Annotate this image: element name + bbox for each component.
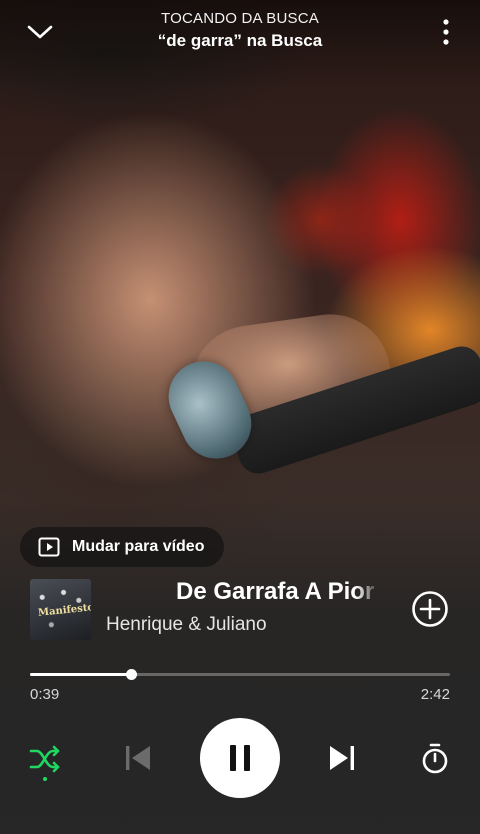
progress-fill bbox=[30, 673, 131, 676]
play-square-icon bbox=[38, 537, 60, 557]
shuffle-active-indicator bbox=[43, 777, 47, 781]
track-artist[interactable]: Henrique & Juliano bbox=[106, 614, 267, 636]
elapsed-time: 0:39 bbox=[30, 686, 60, 703]
shuffle-icon bbox=[29, 745, 60, 773]
previous-button[interactable] bbox=[120, 740, 156, 776]
shuffle-button[interactable] bbox=[28, 742, 62, 776]
more-vertical-icon bbox=[443, 19, 449, 45]
plus-circle-icon bbox=[412, 591, 448, 627]
more-options-button[interactable] bbox=[438, 16, 454, 48]
play-pause-button[interactable] bbox=[200, 718, 280, 798]
switch-to-video-label: Mudar para vídeo bbox=[72, 538, 205, 555]
skip-previous-icon bbox=[126, 746, 150, 770]
skip-next-icon bbox=[330, 746, 354, 770]
context-label: TOCANDO DA BUSCA bbox=[161, 10, 319, 27]
progress-handle[interactable] bbox=[125, 669, 137, 680]
next-button[interactable] bbox=[324, 740, 360, 776]
add-to-library-button[interactable] bbox=[411, 590, 449, 628]
player-header: TOCANDO DA BUSCA “de garra” na Busca bbox=[0, 0, 480, 70]
total-duration: 2:42 bbox=[420, 686, 450, 703]
progress-bar[interactable] bbox=[30, 669, 450, 680]
track-title[interactable]: De Garrafa A Pior bbox=[176, 578, 380, 606]
header-context: TOCANDO DA BUSCA “de garra” na Busca bbox=[0, 10, 480, 51]
pause-icon bbox=[230, 745, 250, 771]
context-title: “de garra” na Busca bbox=[157, 31, 323, 50]
sleep-timer-button[interactable] bbox=[418, 740, 452, 778]
switch-to-video-button[interactable]: Mudar para vídeo bbox=[20, 527, 225, 567]
timer-icon bbox=[422, 743, 448, 774]
album-cover[interactable]: Manifesto bbox=[30, 579, 91, 640]
